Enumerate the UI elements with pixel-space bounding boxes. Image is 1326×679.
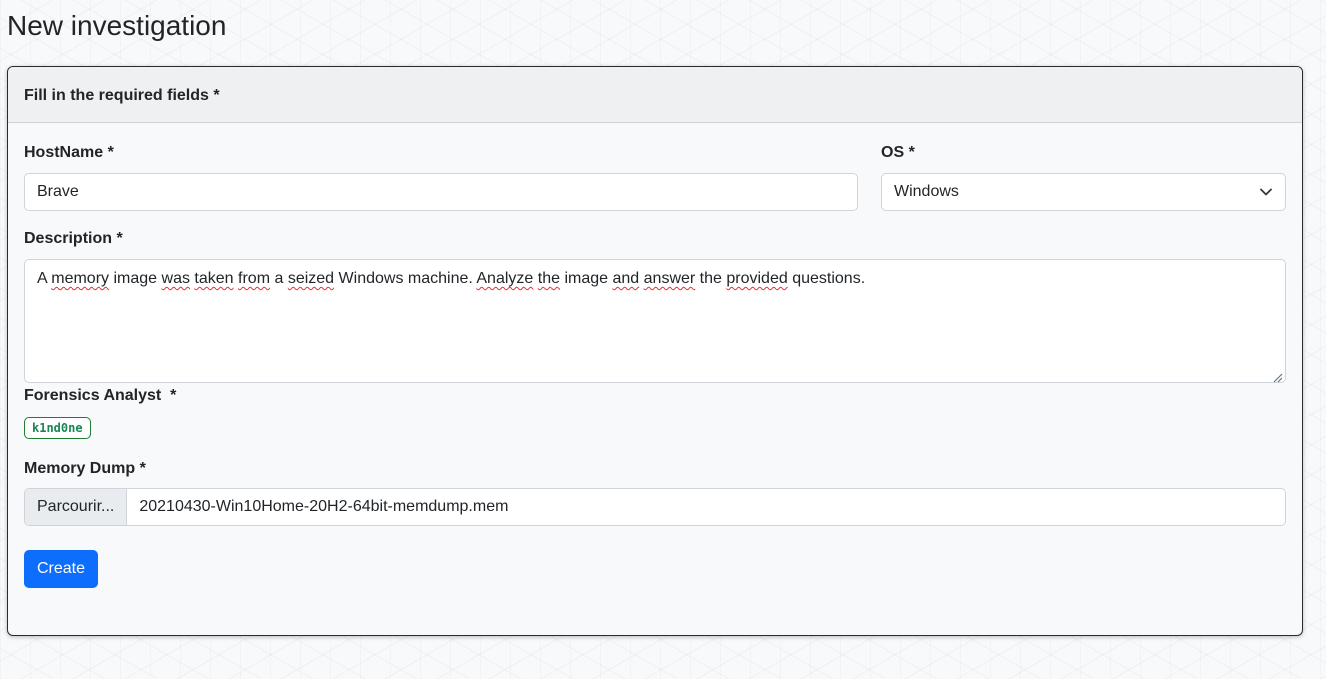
- selected-file-name: 20210430-Win10Home-20H2-64bit-memdump.me…: [139, 498, 509, 515]
- description-textarea[interactable]: A memory image was taken from a seized W…: [24, 259, 1286, 383]
- memory-dump-file-input[interactable]: Parcourir... 20210430-Win10Home-20H2-64b…: [24, 488, 1286, 526]
- page-title: New investigation: [7, 10, 227, 41]
- hostname-input[interactable]: Brave: [24, 173, 858, 211]
- chevron-down-icon: [1259, 185, 1273, 199]
- description-text: A memory image was taken from a seized W…: [37, 270, 866, 287]
- create-button[interactable]: Create: [24, 550, 99, 588]
- analyst-label: Forensics Analyst *: [24, 387, 177, 404]
- investigation-form-card: Fill in the required fields * HostName *…: [7, 66, 1303, 636]
- resize-handle-icon[interactable]: [1272, 369, 1283, 383]
- os-select[interactable]: Windows: [881, 173, 1286, 211]
- browse-button[interactable]: Parcourir...: [25, 489, 128, 525]
- os-select-value: Windows: [894, 183, 959, 200]
- card-header: Fill in the required fields *: [8, 67, 1302, 123]
- memory-dump-label: Memory Dump *: [24, 460, 146, 477]
- analyst-badge: k1nd0ne: [24, 417, 91, 439]
- hostname-label: HostName *: [24, 144, 114, 161]
- description-label: Description *: [24, 230, 123, 247]
- os-label: OS *: [881, 144, 915, 161]
